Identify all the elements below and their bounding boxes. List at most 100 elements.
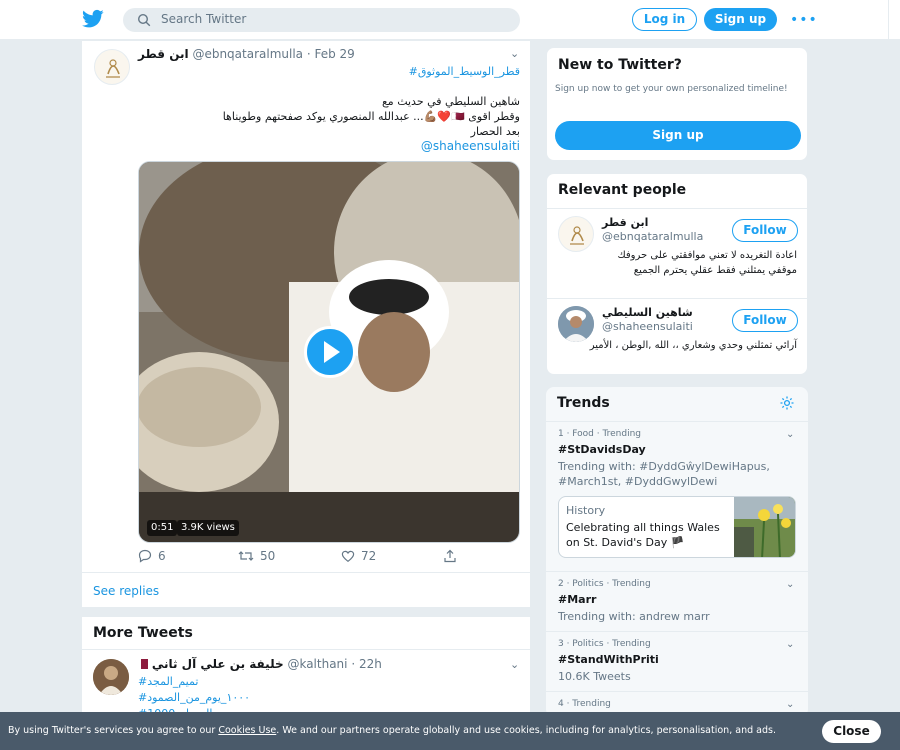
trend-meta: 3 · Politics · Trending (558, 639, 651, 649)
search-placeholder: Search Twitter (161, 12, 247, 26)
daffodils-image (734, 497, 795, 557)
tweet-time[interactable]: · 22h (351, 657, 382, 671)
share-icon (444, 549, 456, 563)
author-handle[interactable]: @kalthani (287, 657, 347, 671)
cookies-use-link[interactable]: Cookies Use (218, 725, 276, 736)
avatar-photo (93, 659, 129, 695)
video-views: 3.9K views (177, 520, 239, 536)
see-replies-link[interactable]: See replies (93, 584, 159, 598)
trend-name[interactable]: #Marr (558, 593, 596, 606)
cookie-banner: By using Twitter's services you agree to… (0, 712, 900, 750)
qatar-flag-icon (138, 659, 148, 669)
person-name[interactable]: شاهين السليطي (602, 306, 693, 319)
top-bar: Search Twitter Log in Sign up ••• (0, 0, 900, 40)
main-column: ابن قطر @ebnqataralmulla · Feb 29 ⌄ #قطر… (81, 40, 532, 750)
more-tweets-title: More Tweets (93, 625, 193, 641)
trend-name[interactable]: #StDavidsDay (558, 443, 646, 456)
close-button[interactable]: Close (822, 720, 881, 743)
person-handle[interactable]: @ebnqataralmulla (602, 230, 703, 243)
cookie-text-after: . We and our partners operate globally a… (276, 725, 776, 736)
relevant-people-title: Relevant people (558, 182, 687, 198)
twitter-bird-icon[interactable] (82, 9, 104, 29)
page: Search Twitter Log in Sign up ••• ابن قط… (0, 0, 900, 750)
history-title: Celebrating all things Wales on St. Davi… (566, 521, 720, 549)
trends-card: Trends 1 · Food · Trending ⌄ #StDavidsDa… (546, 387, 808, 717)
new-to-twitter-card: New to Twitter? Sign up now to get your … (546, 47, 808, 161)
person-item[interactable]: ابن قطر @ebnqataralmulla Follow اعادة ال… (547, 208, 807, 298)
author-name[interactable]: ابن قطر (138, 47, 189, 61)
tweet-card: ابن قطر @ebnqataralmulla · Feb 29 ⌄ #قطر… (81, 40, 532, 609)
right-divider (888, 0, 889, 750)
tweet-mention[interactable]: @shaheensulaiti (138, 139, 520, 153)
trend-subtitle: 10.6K Tweets (558, 670, 631, 683)
author-avatar[interactable] (93, 659, 129, 695)
reply-count: 6 (158, 549, 166, 563)
signup-button[interactable]: Sign up (555, 121, 801, 150)
author-handle[interactable]: @ebnqataralmulla (192, 47, 303, 61)
person-handle[interactable]: @shaheensulaiti (602, 320, 693, 333)
trend-name[interactable]: #StandWithPriti (558, 653, 659, 666)
trend-meta: 2 · Politics · Trending (558, 579, 651, 589)
divider (82, 649, 532, 650)
relevant-people-card: Relevant people ابن قطر @ebnqataralmulla… (546, 173, 808, 375)
share-action[interactable] (443, 549, 463, 563)
reply-action[interactable]: 6 (138, 549, 166, 563)
trend-item[interactable]: 2 · Politics · Trending ⌄ #Marr Trending… (546, 571, 808, 631)
retweet-action[interactable]: 50 (238, 549, 275, 563)
tweet-text-line: بعد الحصار (470, 125, 520, 138)
chevron-down-icon[interactable]: ⌄ (786, 699, 794, 710)
new-to-twitter-title: New to Twitter? (558, 57, 682, 73)
chevron-down-icon[interactable]: ⌄ (786, 579, 794, 590)
avatar-photo (558, 306, 594, 342)
tweet-header: خليفة بن علي آل ثاني @kalthani · 22h (138, 657, 382, 671)
author-logo-icon (570, 226, 584, 245)
trend-meta: 4 · Trending (558, 699, 611, 709)
person-avatar[interactable] (558, 216, 594, 252)
login-button[interactable]: Log in (632, 8, 697, 31)
person-bio: اعادة التغريده لا تعني موافقتي على حروفك… (617, 250, 797, 276)
cookie-text: By using Twitter's services you agree to… (8, 725, 776, 736)
trend-item[interactable]: 3 · Politics · Trending ⌄ #StandWithPrit… (546, 631, 808, 691)
tweet-hashtag[interactable]: #قطر_الوسيط_الموثوق (138, 65, 520, 78)
author-avatar[interactable] (94, 49, 130, 85)
person-item[interactable]: شاهين السليطي @shaheensulaiti Follow آرا… (547, 298, 807, 374)
trends-title: Trends (557, 395, 610, 411)
chevron-down-icon[interactable]: ⌄ (786, 639, 794, 650)
tweet-hashtag[interactable]: #١٠٠٠_يوم_من_الصمود (138, 691, 250, 704)
follow-button[interactable]: Follow (732, 309, 798, 332)
tweet-date[interactable]: · Feb 29 (307, 47, 355, 61)
like-action[interactable]: 72 (341, 549, 376, 563)
more-menu-icon[interactable]: ••• (790, 12, 818, 28)
like-count: 72 (361, 549, 377, 563)
chevron-down-icon[interactable]: ⌄ (510, 47, 519, 60)
tweet-hashtag[interactable]: #تميم_المجد (138, 675, 198, 688)
history-label: History (566, 504, 606, 517)
tweet-text-line: عبدالله المنصوري يوكد صفحتهم وطويناها ..… (222, 110, 520, 123)
signup-button[interactable]: Sign up (704, 8, 777, 31)
see-replies-row: See replies (82, 572, 532, 609)
video-player[interactable]: 0:51 3.9K views (138, 161, 520, 543)
search-icon (137, 13, 151, 27)
heart-icon (341, 550, 355, 563)
cookie-text-before: By using Twitter's services you agree to… (8, 725, 219, 736)
play-icon (324, 341, 340, 363)
trend-subtitle: Trending with: #DyddGŵylDewiHapus, #Marc… (558, 460, 770, 488)
tweet-text-line: شاهين السليطي في حديث مع (381, 95, 520, 108)
trend-item[interactable]: 1 · Food · Trending ⌄ #StDavidsDay Trend… (546, 421, 808, 571)
chevron-down-icon[interactable]: ⌄ (510, 658, 519, 671)
person-avatar[interactable] (558, 306, 594, 342)
chevron-down-icon[interactable]: ⌄ (786, 429, 794, 440)
trend-history-card[interactable]: History Celebrating all things Wales on … (558, 496, 796, 558)
author-name[interactable]: خليفة بن علي آل ثاني (152, 657, 284, 671)
new-to-twitter-subtitle: Sign up now to get your own personalized… (555, 84, 788, 94)
follow-button[interactable]: Follow (732, 219, 798, 242)
gear-icon[interactable] (779, 395, 795, 411)
tweet-actions: 6 50 72 (138, 549, 520, 569)
retweet-count: 50 (260, 549, 276, 563)
play-button[interactable] (304, 326, 356, 378)
trend-subtitle: Trending with: andrew marr (558, 610, 710, 623)
retweet-icon (238, 551, 254, 561)
person-name[interactable]: ابن قطر (602, 216, 648, 229)
reply-icon (138, 549, 152, 563)
search-input[interactable]: Search Twitter (123, 8, 520, 32)
